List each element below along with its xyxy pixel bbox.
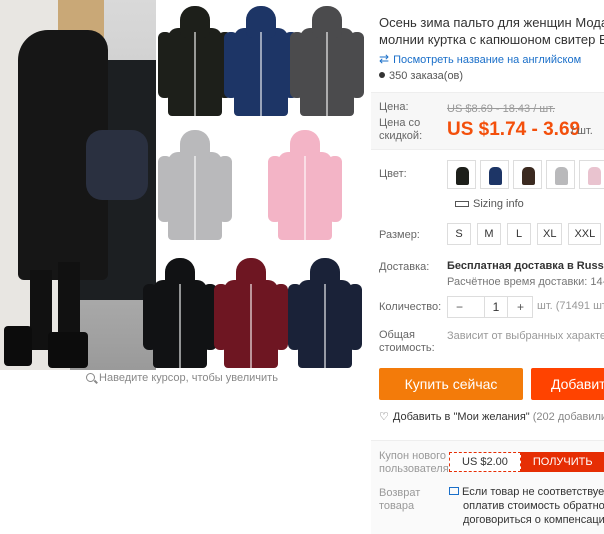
magnifier-icon — [86, 373, 96, 382]
shipping-label: Доставка: — [379, 261, 430, 273]
coat-swatch — [224, 6, 298, 116]
add-to-cart-button[interactable]: Добавит — [531, 368, 604, 400]
discount-price: US $1.74 - 3.69 — [447, 119, 581, 140]
per-unit: / шт. — [571, 125, 593, 137]
total-value: Зависит от выбранных характери — [447, 330, 604, 342]
stock-available: шт. (71491 шт. д — [537, 300, 604, 312]
coupon-label: Купон нового пользователя — [379, 450, 449, 475]
product-title: Осень зима пальто для женщин Мода 2 молн… — [379, 15, 604, 47]
translate-icon: ⇄ — [379, 52, 390, 66]
ruler-icon — [455, 201, 469, 207]
size-option[interactable]: L — [507, 223, 531, 245]
add-to-wishlist-link[interactable]: ♡ Добавить в "Мои желания" (202 добавили) — [379, 410, 604, 423]
coat-swatch — [268, 130, 342, 240]
price-box: Цена: US $8.69 - 18.43 / шт. Цена со ски… — [371, 92, 604, 150]
coupon-section: Купон нового пользователя US $2.00 ПОЛУЧИ… — [371, 440, 604, 534]
quantity-stepper: − 1 + — [447, 296, 533, 318]
color-option[interactable] — [513, 160, 542, 189]
color-option[interactable] — [546, 160, 575, 189]
orders-count: 350 заказа(ов) — [379, 70, 463, 82]
model-photo — [0, 0, 156, 370]
zoom-hint: Наведите курсор, чтобы увеличить — [0, 372, 364, 384]
total-label: Общая стоимость: — [379, 329, 435, 354]
quantity-input[interactable]: 1 — [484, 297, 508, 317]
size-label: Размер: — [379, 229, 420, 241]
color-option[interactable] — [447, 160, 476, 189]
quantity-label: Количество: — [379, 301, 442, 313]
heart-icon: ♡ — [379, 411, 389, 423]
color-options — [447, 160, 604, 189]
coat-swatch — [214, 258, 288, 368]
coat-swatch — [288, 258, 362, 368]
return-policy-icon — [449, 487, 459, 495]
discount-price-label: Цена со скидкой: — [379, 117, 423, 142]
coupon: US $2.00 ПОЛУЧИТЬ — [449, 452, 604, 472]
product-image-gallery[interactable] — [0, 0, 364, 370]
product-info-panel: Осень зима пальто для женщин Мода 2 молн… — [371, 0, 604, 534]
translate-title-link[interactable]: ⇄ Посмотреть название на английском — [379, 52, 581, 66]
size-options: S M L XL XXL — [447, 223, 604, 245]
coat-swatch — [158, 6, 232, 116]
get-coupon-button[interactable]: ПОЛУЧИТЬ — [520, 452, 604, 472]
old-price: US $8.69 - 18.43 / шт. — [447, 103, 556, 115]
coat-swatch — [290, 6, 364, 116]
returns-label: Возврат товара — [379, 487, 421, 512]
size-option[interactable]: M — [477, 223, 501, 245]
coupon-amount: US $2.00 — [449, 452, 521, 472]
quantity-decrease-button[interactable]: − — [456, 297, 463, 317]
buy-now-button[interactable]: Купить сейчас — [379, 368, 523, 400]
shipping-time: Расчётное время доставки: 14-23 — [447, 276, 604, 288]
price-label: Цена: — [379, 101, 409, 113]
bullet-icon — [379, 72, 385, 78]
size-option[interactable]: XL — [537, 223, 563, 245]
color-label: Цвет: — [379, 168, 407, 180]
shipping-value[interactable]: Бесплатная доставка в Russian F — [447, 260, 604, 272]
returns-text: Если товар не соответствует о оплатив ст… — [449, 485, 604, 527]
size-option[interactable]: S — [447, 223, 471, 245]
color-option[interactable] — [480, 160, 509, 189]
quantity-increase-button[interactable]: + — [517, 297, 524, 317]
coat-swatch — [158, 130, 232, 240]
sizing-info-link[interactable]: Sizing info — [455, 198, 524, 210]
color-option[interactable] — [579, 160, 604, 189]
size-option[interactable]: XXL — [568, 223, 602, 245]
coat-swatch — [143, 258, 217, 368]
